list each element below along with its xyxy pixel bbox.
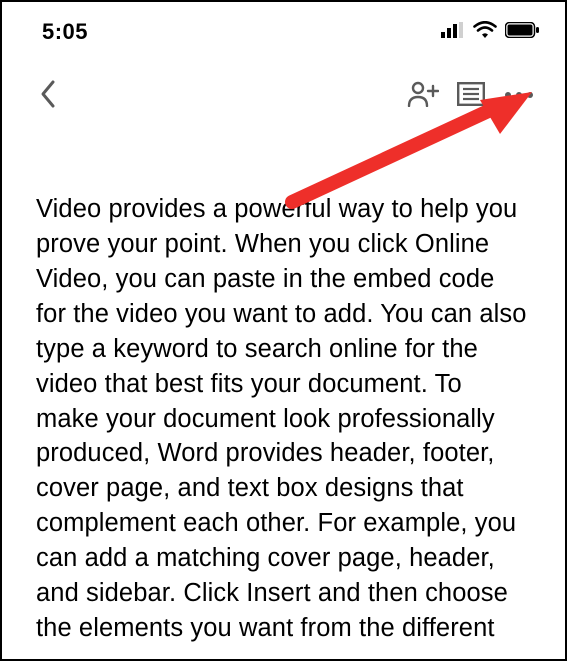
status-indicators — [441, 21, 539, 44]
cellular-signal-icon — [441, 22, 465, 43]
toolbar — [2, 52, 565, 122]
body-paragraph: Video provides a powerful way to help yo… — [36, 192, 531, 646]
person-add-icon — [407, 81, 439, 112]
status-bar: 5:05 — [2, 2, 565, 52]
status-time: 5:05 — [42, 19, 88, 45]
ellipsis-icon — [504, 87, 534, 105]
more-options-button[interactable] — [495, 72, 543, 120]
document-body[interactable]: Video provides a powerful way to help yo… — [2, 122, 565, 646]
wifi-icon — [473, 21, 497, 44]
app-frame: 5:05 — [0, 0, 567, 661]
battery-icon — [505, 22, 539, 43]
view-mode-button[interactable] — [447, 72, 495, 120]
document-view-icon — [457, 82, 485, 111]
share-user-button[interactable] — [399, 72, 447, 120]
back-button[interactable] — [24, 72, 72, 120]
chevron-left-icon — [39, 79, 57, 114]
